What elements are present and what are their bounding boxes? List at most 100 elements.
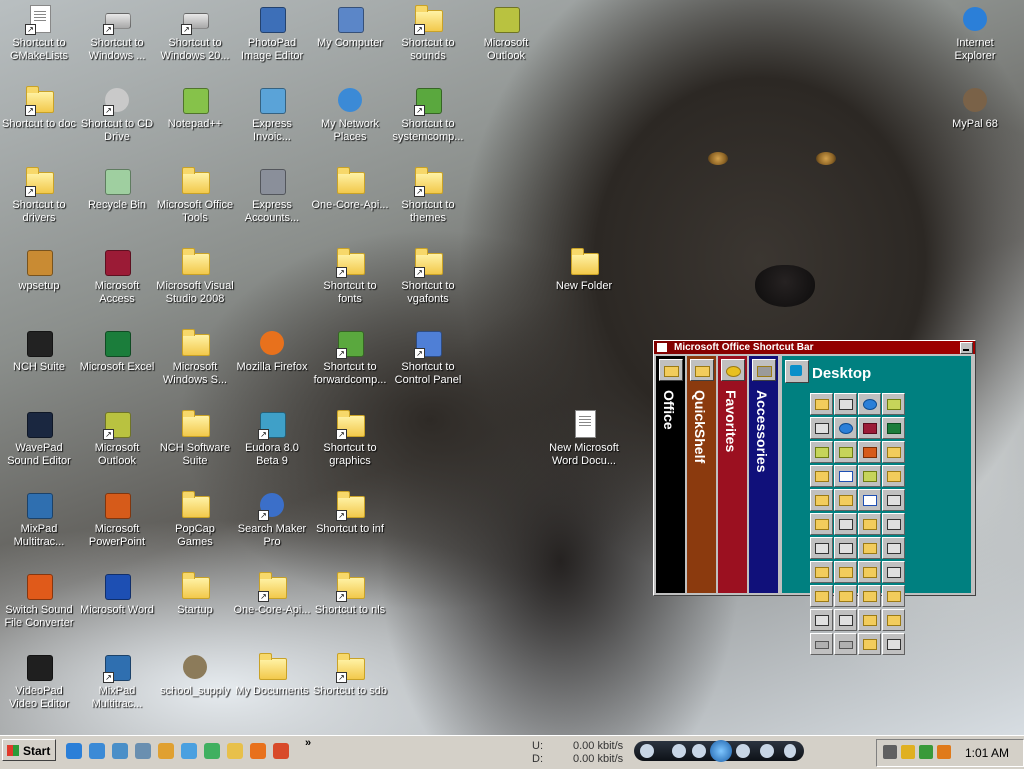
media-play-pause-icon[interactable] bbox=[710, 740, 732, 762]
desktop-icon-27[interactable]: Microsoft Windows S... bbox=[156, 324, 234, 402]
shortcut-bar-button-app-icon[interactable] bbox=[882, 489, 905, 511]
desktop-icon-34[interactable]: ↗ Eudora 8.0 Beta 9 bbox=[233, 405, 311, 483]
shortcut-bar-button-folder-icon[interactable] bbox=[858, 561, 881, 583]
shortcut-bar-button-word-icon[interactable] bbox=[858, 489, 881, 511]
shortcut-bar-button-folder-icon[interactable] bbox=[834, 585, 857, 607]
tab-office[interactable]: Office bbox=[656, 356, 685, 593]
desktop-icon-30[interactable]: ↗ Shortcut to Control Panel bbox=[389, 324, 467, 402]
desktop-icon-5[interactable]: ↗ Shortcut to sounds bbox=[389, 0, 467, 78]
shortcut-bar-title-bar[interactable]: Microsoft Office Shortcut Bar bbox=[654, 341, 975, 354]
desktop-icon-4[interactable]: My Computer bbox=[311, 0, 389, 78]
desktop-icon-7[interactable]: ↗ Shortcut to doc bbox=[0, 81, 78, 159]
quick-launch-messenger-icon[interactable] bbox=[204, 743, 220, 759]
shortcut-bar-button-app-icon[interactable] bbox=[834, 393, 857, 415]
shortcut-bar-button-folder-icon[interactable] bbox=[882, 465, 905, 487]
desktop-icon-21[interactable]: Microsoft Visual Studio 2008 bbox=[156, 243, 234, 321]
shortcut-bar-button-folder-icon[interactable] bbox=[834, 561, 857, 583]
shortcut-bar-button-folder-icon[interactable] bbox=[858, 609, 881, 631]
desktop-icon-8[interactable]: ↗ Shortcut to CD Drive bbox=[78, 81, 156, 159]
desktop-icon-6[interactable]: Microsoft Outlook bbox=[467, 0, 545, 78]
quick-launch-desktop-icon[interactable] bbox=[135, 743, 151, 759]
desktop-icon-45[interactable]: ↗ One-Core-Api... bbox=[233, 567, 311, 645]
shortcut-bar-button-folder-icon[interactable] bbox=[834, 489, 857, 511]
desktop-icon-2[interactable]: ↗ Shortcut to Windows 20... bbox=[156, 0, 234, 78]
accessories-calculator-icon[interactable] bbox=[752, 359, 776, 381]
media-next-icon[interactable] bbox=[736, 744, 750, 758]
desktop-icon-10[interactable]: Express Invoic... bbox=[233, 81, 311, 159]
media-menu-icon[interactable] bbox=[784, 744, 796, 758]
desktop-icon-24[interactable]: New Folder bbox=[545, 243, 623, 321]
shortcut-bar-button-app-icon[interactable] bbox=[810, 537, 833, 559]
quick-launch-firefox-icon[interactable] bbox=[250, 743, 266, 759]
desktop-icon-19[interactable]: wpsetup bbox=[0, 243, 78, 321]
tray-calculator-icon[interactable] bbox=[883, 745, 897, 759]
desktop-icon-23[interactable]: ↗ Shortcut to vgafonts bbox=[389, 243, 467, 321]
shortcut-bar-button-word-icon[interactable] bbox=[834, 465, 857, 487]
quick-launch-ie-icon[interactable] bbox=[89, 743, 105, 759]
desktop-icon-52[interactable]: Internet Explorer bbox=[936, 0, 1014, 78]
quick-launch-network-icon[interactable] bbox=[112, 743, 128, 759]
quickshelf-folder-icon[interactable] bbox=[690, 359, 714, 381]
shortcut-bar-button-folder-icon[interactable] bbox=[810, 561, 833, 583]
desktop-panel-icon[interactable] bbox=[785, 360, 809, 383]
quick-launch-ie-icon[interactable] bbox=[66, 743, 82, 759]
shortcut-bar-button-app-icon[interactable] bbox=[882, 537, 905, 559]
quick-launch-mail-icon[interactable] bbox=[273, 743, 289, 759]
desktop-icon-42[interactable]: Switch Sound File Converter bbox=[0, 567, 78, 645]
tray-shield-icon[interactable] bbox=[901, 745, 915, 759]
desktop-icon-48[interactable]: ↗ MixPad Multitrac... bbox=[78, 648, 156, 726]
desktop-icon-32[interactable]: ↗ Microsoft Outlook bbox=[78, 405, 156, 483]
shortcut-bar-button-app-icon[interactable] bbox=[834, 513, 857, 535]
desktop-icon-9[interactable]: Notepad++ bbox=[156, 81, 234, 159]
shortcut-bar-window-icon[interactable] bbox=[657, 343, 667, 352]
desktop-icon-28[interactable]: Mozilla Firefox bbox=[233, 324, 311, 402]
desktop-icon-15[interactable]: Microsoft Office Tools bbox=[156, 162, 234, 240]
desktop-icon-50[interactable]: My Documents bbox=[233, 648, 311, 726]
shortcut-bar-button-app-icon[interactable] bbox=[882, 561, 905, 583]
tab-accessories[interactable]: Accessories bbox=[749, 356, 778, 593]
shortcut-bar-button-out-icon[interactable] bbox=[858, 465, 881, 487]
tab-quickshelf[interactable]: QuickShelf bbox=[687, 356, 716, 593]
desktop-icon-41[interactable]: ↗ Shortcut to inf bbox=[311, 486, 389, 564]
desktop-icon-12[interactable]: ↗ Shortcut to systemcomp... bbox=[389, 81, 467, 159]
desktop-icon-13[interactable]: ↗ Shortcut to drivers bbox=[0, 162, 78, 240]
desktop-icon-17[interactable]: One-Core-Api... bbox=[311, 162, 389, 240]
desktop-icon-31[interactable]: WavePad Sound Editor bbox=[0, 405, 78, 483]
desktop-icon-3[interactable]: PhotoPad Image Editor bbox=[233, 0, 311, 78]
shortcut-bar-button-ie-icon[interactable] bbox=[834, 417, 857, 439]
desktop-icon-37[interactable]: MixPad Multitrac... bbox=[0, 486, 78, 564]
desktop-icon-29[interactable]: ↗ Shortcut to forwardcomp... bbox=[311, 324, 389, 402]
minimize-button[interactable] bbox=[960, 342, 973, 354]
desktop-icon-26[interactable]: Microsoft Excel bbox=[78, 324, 156, 402]
desktop-icon-39[interactable]: PopCap Games bbox=[156, 486, 234, 564]
shortcut-bar-button-out-icon[interactable] bbox=[882, 393, 905, 415]
shortcut-bar-button-app-icon[interactable] bbox=[810, 417, 833, 439]
office-folder-icon[interactable] bbox=[659, 359, 683, 381]
shortcut-bar-button-acc-icon[interactable] bbox=[858, 417, 881, 439]
desktop-icon-40[interactable]: ↗ Search Maker Pro bbox=[233, 486, 311, 564]
shortcut-bar-button-folder-icon[interactable] bbox=[810, 513, 833, 535]
media-volume-icon[interactable] bbox=[760, 744, 774, 758]
desktop-icon-38[interactable]: Microsoft PowerPoint bbox=[78, 486, 156, 564]
office-shortcut-bar-window[interactable]: Microsoft Office Shortcut Bar Office Qui… bbox=[653, 340, 976, 655]
media-stop-icon[interactable] bbox=[672, 744, 686, 758]
tray-users-icon[interactable] bbox=[919, 745, 933, 759]
shortcut-bar-button-app-icon[interactable] bbox=[810, 609, 833, 631]
favorites-star-icon[interactable] bbox=[721, 359, 745, 381]
shortcut-bar-button-folder-icon[interactable] bbox=[810, 585, 833, 607]
shortcut-bar-button-app-icon[interactable] bbox=[834, 537, 857, 559]
shortcut-bar-button-dr-icon[interactable] bbox=[810, 633, 833, 655]
media-previous-icon[interactable] bbox=[692, 744, 706, 758]
shortcut-bar-button-out-icon[interactable] bbox=[834, 441, 857, 463]
shortcut-bar-button-folder-icon[interactable] bbox=[810, 489, 833, 511]
desktop-icon-51[interactable]: ↗ Shortcut to sdb bbox=[311, 648, 389, 726]
shortcut-bar-button-folder-icon[interactable] bbox=[882, 441, 905, 463]
shortcut-bar-button-out-icon[interactable] bbox=[810, 441, 833, 463]
quick-launch-outlook-express-icon[interactable] bbox=[158, 743, 174, 759]
quick-launch-folder-icon[interactable] bbox=[227, 743, 243, 759]
desktop-icon-1[interactable]: ↗ Shortcut to Windows ... bbox=[78, 0, 156, 78]
desktop-icon-33[interactable]: NCH Software Suite bbox=[156, 405, 234, 483]
shortcut-bar-button-xl-icon[interactable] bbox=[882, 417, 905, 439]
desktop-icon-49[interactable]: school_supply bbox=[156, 648, 234, 726]
shortcut-bar-button-pp-icon[interactable] bbox=[858, 441, 881, 463]
